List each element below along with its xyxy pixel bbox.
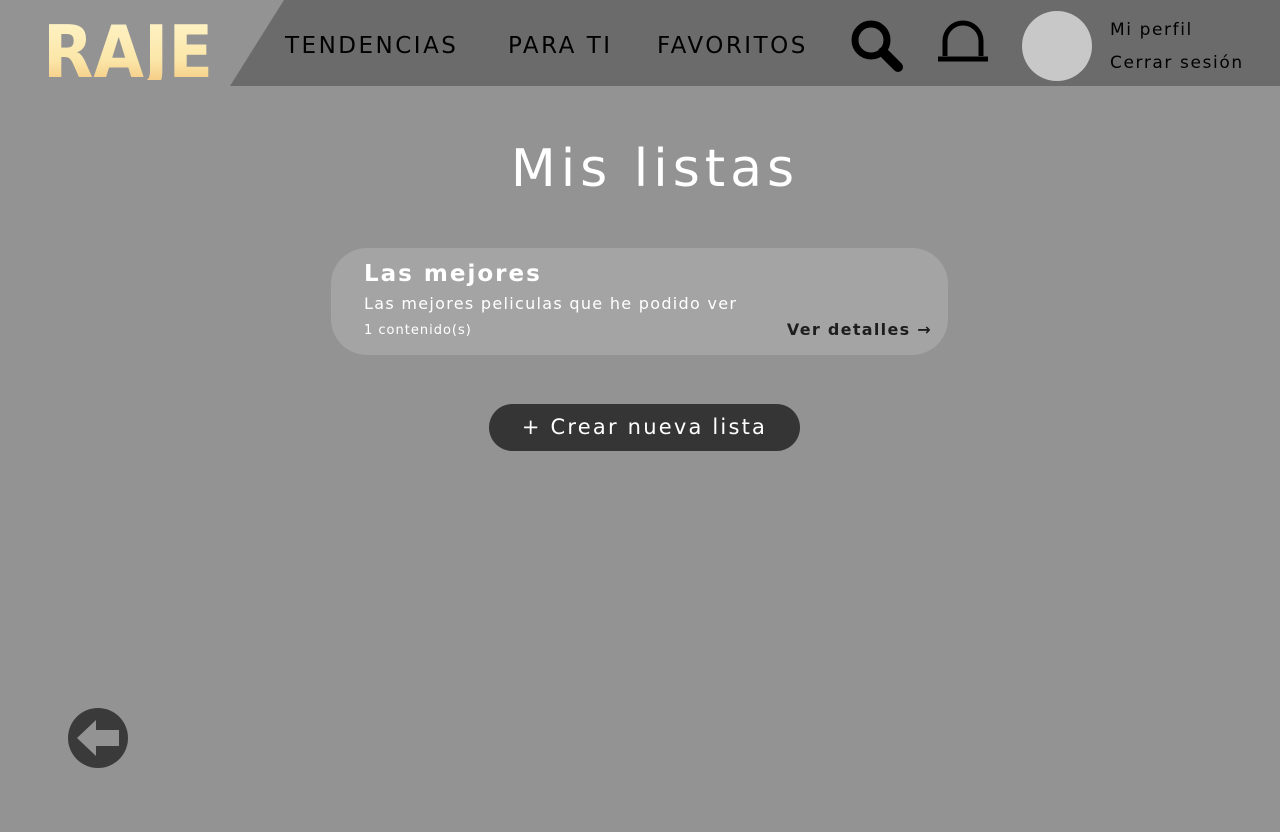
list-item-count: 1 contenido(s) xyxy=(364,323,472,338)
list-name: Las mejores xyxy=(364,261,542,287)
nav-tendencias[interactable]: TENDENCIAS xyxy=(285,31,458,61)
list-description: Las mejores peliculas que he podido ver xyxy=(364,294,738,313)
logo-text: RAJE xyxy=(43,10,213,80)
my-profile-link[interactable]: Mi perfil xyxy=(1110,19,1193,41)
raje-logo[interactable]: RAJE xyxy=(42,10,214,80)
nav-favoritos[interactable]: FAVORITOS xyxy=(657,31,808,61)
top-header: RAJE TENDENCIAS PARA TI FAVORITOS Mi per… xyxy=(0,0,1280,86)
bell-icon[interactable] xyxy=(935,18,991,66)
avatar[interactable] xyxy=(1022,11,1092,81)
back-arrow-icon[interactable] xyxy=(67,707,129,769)
logout-link[interactable]: Cerrar sesión xyxy=(1110,52,1244,74)
view-details-link[interactable]: Ver detalles → xyxy=(787,320,932,340)
create-list-button[interactable]: + Crear nueva lista xyxy=(489,404,800,451)
page-title: Mis listas xyxy=(510,139,800,199)
search-icon[interactable] xyxy=(848,18,906,74)
nav-para-ti[interactable]: PARA TI xyxy=(508,31,613,61)
list-card: Las mejores Las mejores peliculas que he… xyxy=(331,248,948,355)
